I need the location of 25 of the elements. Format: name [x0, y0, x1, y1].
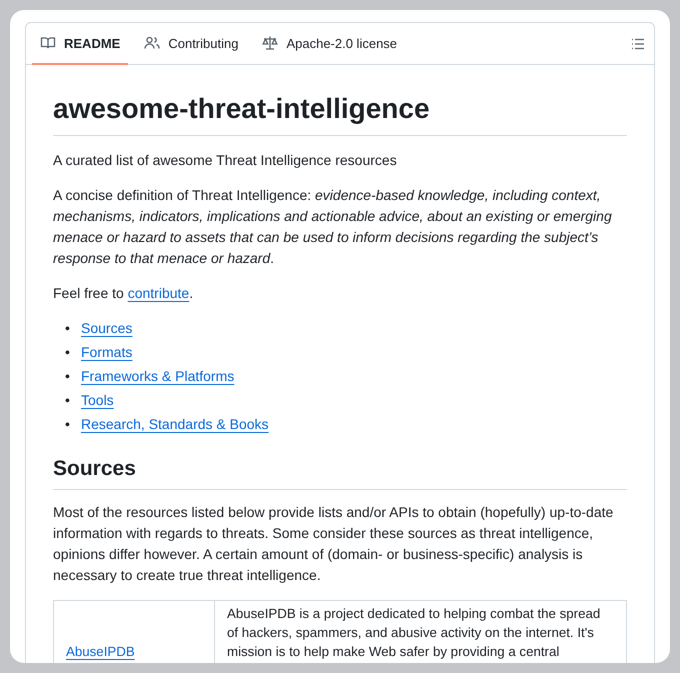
section-text: Most of the resources listed below provide lists and/or APIs to obtain (hopefully) up-to-date information with regards to threats. Some consider these sources as threat intelligence, opinions differ however. A certain amount of (domain- or business-specific) analysis is necessary to create true threat intelligence.	[53, 503, 614, 585]
bullet: •	[65, 367, 71, 386]
intro-text: A curated list of awesome Threat Intelligence resources	[53, 151, 398, 170]
book-icon	[40, 35, 56, 51]
section-heading: Sources	[53, 455, 627, 490]
contents-link[interactable]: Frameworks & Platforms	[81, 366, 234, 387]
bullet: •	[65, 319, 71, 338]
source-link[interactable]: AbuseIPDB	[66, 644, 135, 659]
contents-link[interactable]: Sources	[81, 318, 132, 339]
scale-icon	[262, 35, 278, 51]
contents-link[interactable]: Formats	[81, 342, 132, 363]
table-cell: AbuseIPDB is a project dedicated to helping combat the spread of hackers, spammers, and abusive activity on the internet. It's mission is to help make Web safer by providing a central	[214, 600, 626, 663]
contribute-link[interactable]: contribute	[128, 285, 190, 301]
contents-link[interactable]: Research, Standards & Books	[81, 414, 269, 435]
contents-link[interactable]: Tools	[81, 390, 114, 411]
readme-title: awesome-threat-intelligence	[53, 91, 627, 136]
bullet: •	[65, 415, 71, 434]
bullet: •	[65, 391, 71, 410]
definition-text: A concise definition of Threat Intelligence: evidence-based knowledge, including context, mechanisms, indicators, implications and actionable advice, about an existing or emerging menace or hazard to assets that can be used to inform decisions regarding the subject’s response to that menace or hazard.	[53, 186, 613, 268]
contribute-text: Feel free to contribute.	[53, 284, 194, 303]
people-icon	[144, 35, 160, 51]
tab[interactable]: README	[32, 23, 128, 65]
tab[interactable]: Apache-2.0 license	[254, 23, 406, 65]
tab[interactable]: Contributing	[136, 23, 246, 65]
bullet: •	[65, 343, 71, 362]
